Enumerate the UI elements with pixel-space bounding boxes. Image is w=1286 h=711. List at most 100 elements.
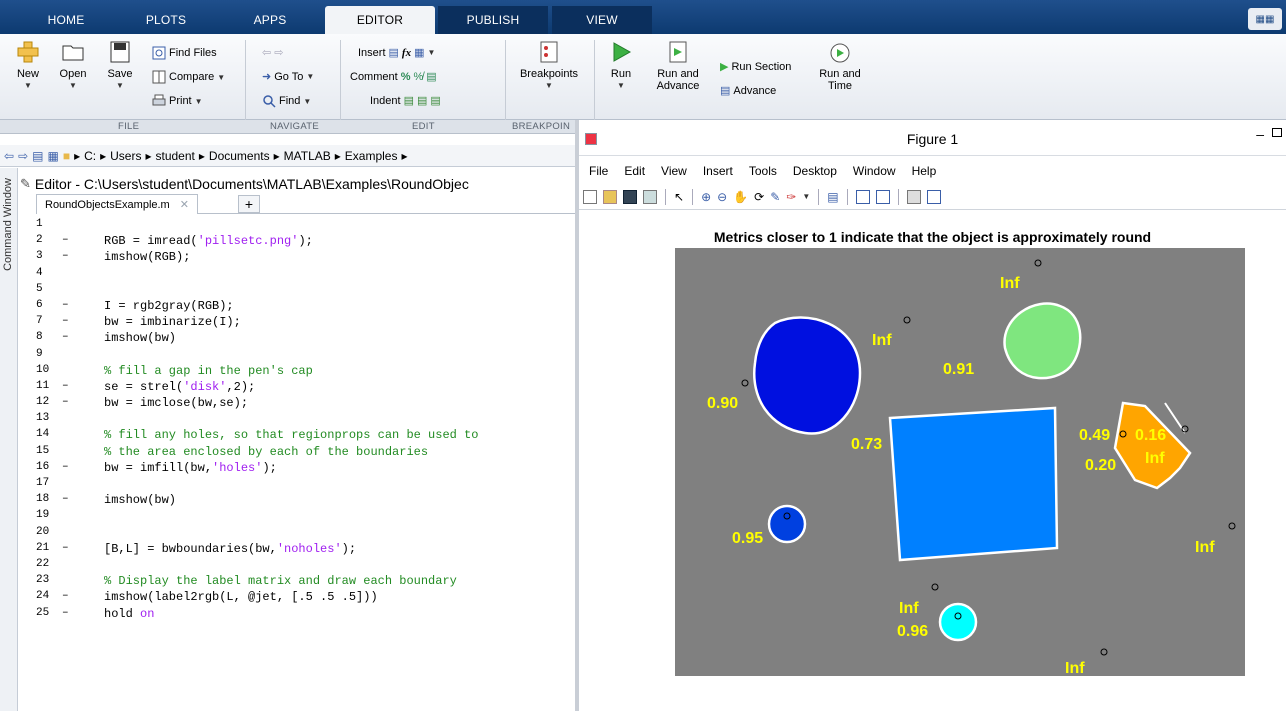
code-line[interactable]: 10 % fill a gap in the pen's cap <box>36 364 574 380</box>
code-line[interactable]: 23 % Display the label matrix and draw ea… <box>36 574 574 590</box>
forward-arrow-icon[interactable]: ⇨ <box>18 149 28 163</box>
code-line[interactable]: 20 <box>36 526 574 542</box>
save-button[interactable]: Save ▼ <box>102 40 138 92</box>
executable-marker[interactable]: – <box>62 234 69 246</box>
code-line[interactable]: 5 <box>36 283 574 299</box>
code-line[interactable]: 13 <box>36 412 574 428</box>
executable-marker[interactable]: – <box>62 607 69 619</box>
compare-button[interactable]: Compare ▼ <box>152 70 225 84</box>
code-line[interactable]: 4 <box>36 267 574 283</box>
run-and-advance-button[interactable]: Run and Advance <box>652 40 704 92</box>
menu-tools[interactable]: Tools <box>749 164 777 178</box>
crumb-matlab[interactable]: MATLAB <box>284 149 331 163</box>
indent-button[interactable]: Indent ▤ ▤ ▤ <box>370 94 441 108</box>
executable-marker[interactable]: – <box>62 590 69 602</box>
find-files-button[interactable]: Find Files <box>152 46 217 60</box>
crumb-drive[interactable]: C: <box>84 149 96 163</box>
code-line[interactable]: 19 <box>36 509 574 525</box>
minimize-icon[interactable]: – <box>1256 126 1264 142</box>
colorbar-icon[interactable] <box>855 189 870 204</box>
code-line[interactable]: 16– bw = imfill(bw,'holes'); <box>36 461 574 477</box>
menu-window[interactable]: Window <box>853 164 896 178</box>
print-figure-icon[interactable] <box>643 189 657 204</box>
menu-edit[interactable]: Edit <box>624 164 645 178</box>
code-line[interactable]: 9 <box>36 348 574 364</box>
comment-button[interactable]: Comment % %̸ ▤ <box>350 70 437 84</box>
code-line[interactable]: 7 – bw = imbinarize(I); <box>36 315 574 331</box>
crumb-examples[interactable]: Examples <box>345 149 398 163</box>
executable-marker[interactable]: – <box>62 542 69 554</box>
browse-folder-icon[interactable]: ▦ <box>47 149 58 163</box>
code-line[interactable]: 8 – imshow(bw) <box>36 331 574 347</box>
pointer-icon[interactable]: ↖ <box>674 190 684 204</box>
code-line[interactable]: 6 – I = rgb2gray(RGB); <box>36 299 574 315</box>
close-icon[interactable]: ✕ <box>180 198 189 211</box>
print-button[interactable]: Print ▼ <box>152 94 203 108</box>
folder-icon[interactable]: ■ <box>63 149 70 163</box>
menu-view[interactable]: View <box>661 164 687 178</box>
menu-file[interactable]: File <box>589 164 608 178</box>
crumb-student[interactable]: student <box>156 149 195 163</box>
breakpoints-button[interactable]: Breakpoints ▼ <box>518 40 580 92</box>
executable-marker[interactable]: – <box>62 331 69 343</box>
tab-editor[interactable]: EDITOR <box>325 6 435 34</box>
code-line[interactable]: 24– imshow(label2rgb(L, @jet, [.5 .5 .5])… <box>36 590 574 606</box>
code-line[interactable]: 15 % the area enclosed by each of the bou… <box>36 445 574 461</box>
open-button[interactable]: Open ▼ <box>54 40 92 92</box>
crumb-users[interactable]: Users <box>110 149 141 163</box>
back-forward-buttons[interactable]: ⇦ ⇨ <box>262 46 283 59</box>
pan-icon[interactable]: ✋ <box>733 190 748 204</box>
code-line[interactable]: 3 – imshow(RGB); <box>36 250 574 266</box>
show-plot-tools-icon[interactable] <box>926 189 941 204</box>
run-section-button[interactable]: ▶ Run Section <box>720 60 791 74</box>
brush-icon[interactable]: ✑ <box>786 190 796 204</box>
crumb-documents[interactable]: Documents <box>209 149 270 163</box>
executable-marker[interactable]: – <box>62 299 69 311</box>
executable-marker[interactable]: – <box>62 396 69 408</box>
run-button[interactable]: Run ▼ <box>608 40 634 92</box>
code-line[interactable]: 1 <box>36 218 574 234</box>
zoom-in-icon[interactable]: ⊕ <box>701 190 711 204</box>
tab-plots[interactable]: PLOTS <box>116 6 216 34</box>
menu-help[interactable]: Help <box>912 164 937 178</box>
code-line[interactable]: 22 <box>36 558 574 574</box>
tab-roundobjectsexample[interactable]: RoundObjectsExample.m ✕ <box>36 194 198 214</box>
code-line[interactable]: 25– hold on <box>36 607 574 623</box>
insert-button[interactable]: Insert ▤ fx ▦ ▼ <box>358 46 435 60</box>
save-figure-icon[interactable] <box>623 189 637 204</box>
code-line[interactable]: 14 % fill any holes, so that regionprops … <box>36 428 574 444</box>
new-tab-button[interactable]: + <box>238 195 260 213</box>
figure-canvas[interactable]: Metrics closer to 1 indicate that the ob… <box>579 211 1286 711</box>
link-plot-icon[interactable]: ▤ <box>827 190 838 204</box>
new-button[interactable]: New ▼ <box>14 40 42 92</box>
find-button[interactable]: Find ▼ <box>262 94 311 108</box>
image-axes[interactable]: Inf Inf 0.91 0.90 0.73 0.49 0.16 Inf 0.2… <box>675 248 1245 676</box>
code-line[interactable]: 18– imshow(bw) <box>36 493 574 509</box>
tab-apps[interactable]: APPS <box>218 6 322 34</box>
code-line[interactable]: 21– [B,L] = bwboundaries(bw,'noholes'); <box>36 542 574 558</box>
menu-insert[interactable]: Insert <box>703 164 733 178</box>
go-to-button[interactable]: ➜ Go To ▼ <box>262 70 314 84</box>
tab-publish[interactable]: PUBLISH <box>438 6 548 34</box>
code-line[interactable]: 11– se = strel('disk',2); <box>36 380 574 396</box>
code-line[interactable]: 12– bw = imclose(bw,se); <box>36 396 574 412</box>
tab-home[interactable]: HOME <box>18 6 114 34</box>
advance-button[interactable]: ▤ Advance <box>720 84 776 98</box>
up-folder-icon[interactable]: ▤ <box>32 149 43 163</box>
executable-marker[interactable]: – <box>62 250 69 262</box>
code-line[interactable]: 17 <box>36 477 574 493</box>
new-figure-icon[interactable] <box>583 189 597 204</box>
tab-view[interactable]: VIEW <box>552 6 652 34</box>
run-and-time-button[interactable]: Run and Time <box>816 40 864 92</box>
command-window-tab[interactable]: Command Window <box>0 168 18 711</box>
executable-marker[interactable]: – <box>62 493 69 505</box>
open-file-icon[interactable] <box>603 189 617 204</box>
hide-plot-tools-icon[interactable] <box>906 189 921 204</box>
back-arrow-icon[interactable]: ⇦ <box>4 149 14 163</box>
executable-marker[interactable]: – <box>62 380 69 392</box>
executable-marker[interactable]: – <box>62 315 69 327</box>
chevron-down-icon[interactable]: ▼ <box>802 192 810 201</box>
zoom-out-icon[interactable]: ⊖ <box>717 190 727 204</box>
rotate-icon[interactable]: ⟳ <box>754 190 764 204</box>
code-editor[interactable]: 1 2– RGB = imread('pillsetc.png'); 3– imshow… <box>36 218 574 711</box>
